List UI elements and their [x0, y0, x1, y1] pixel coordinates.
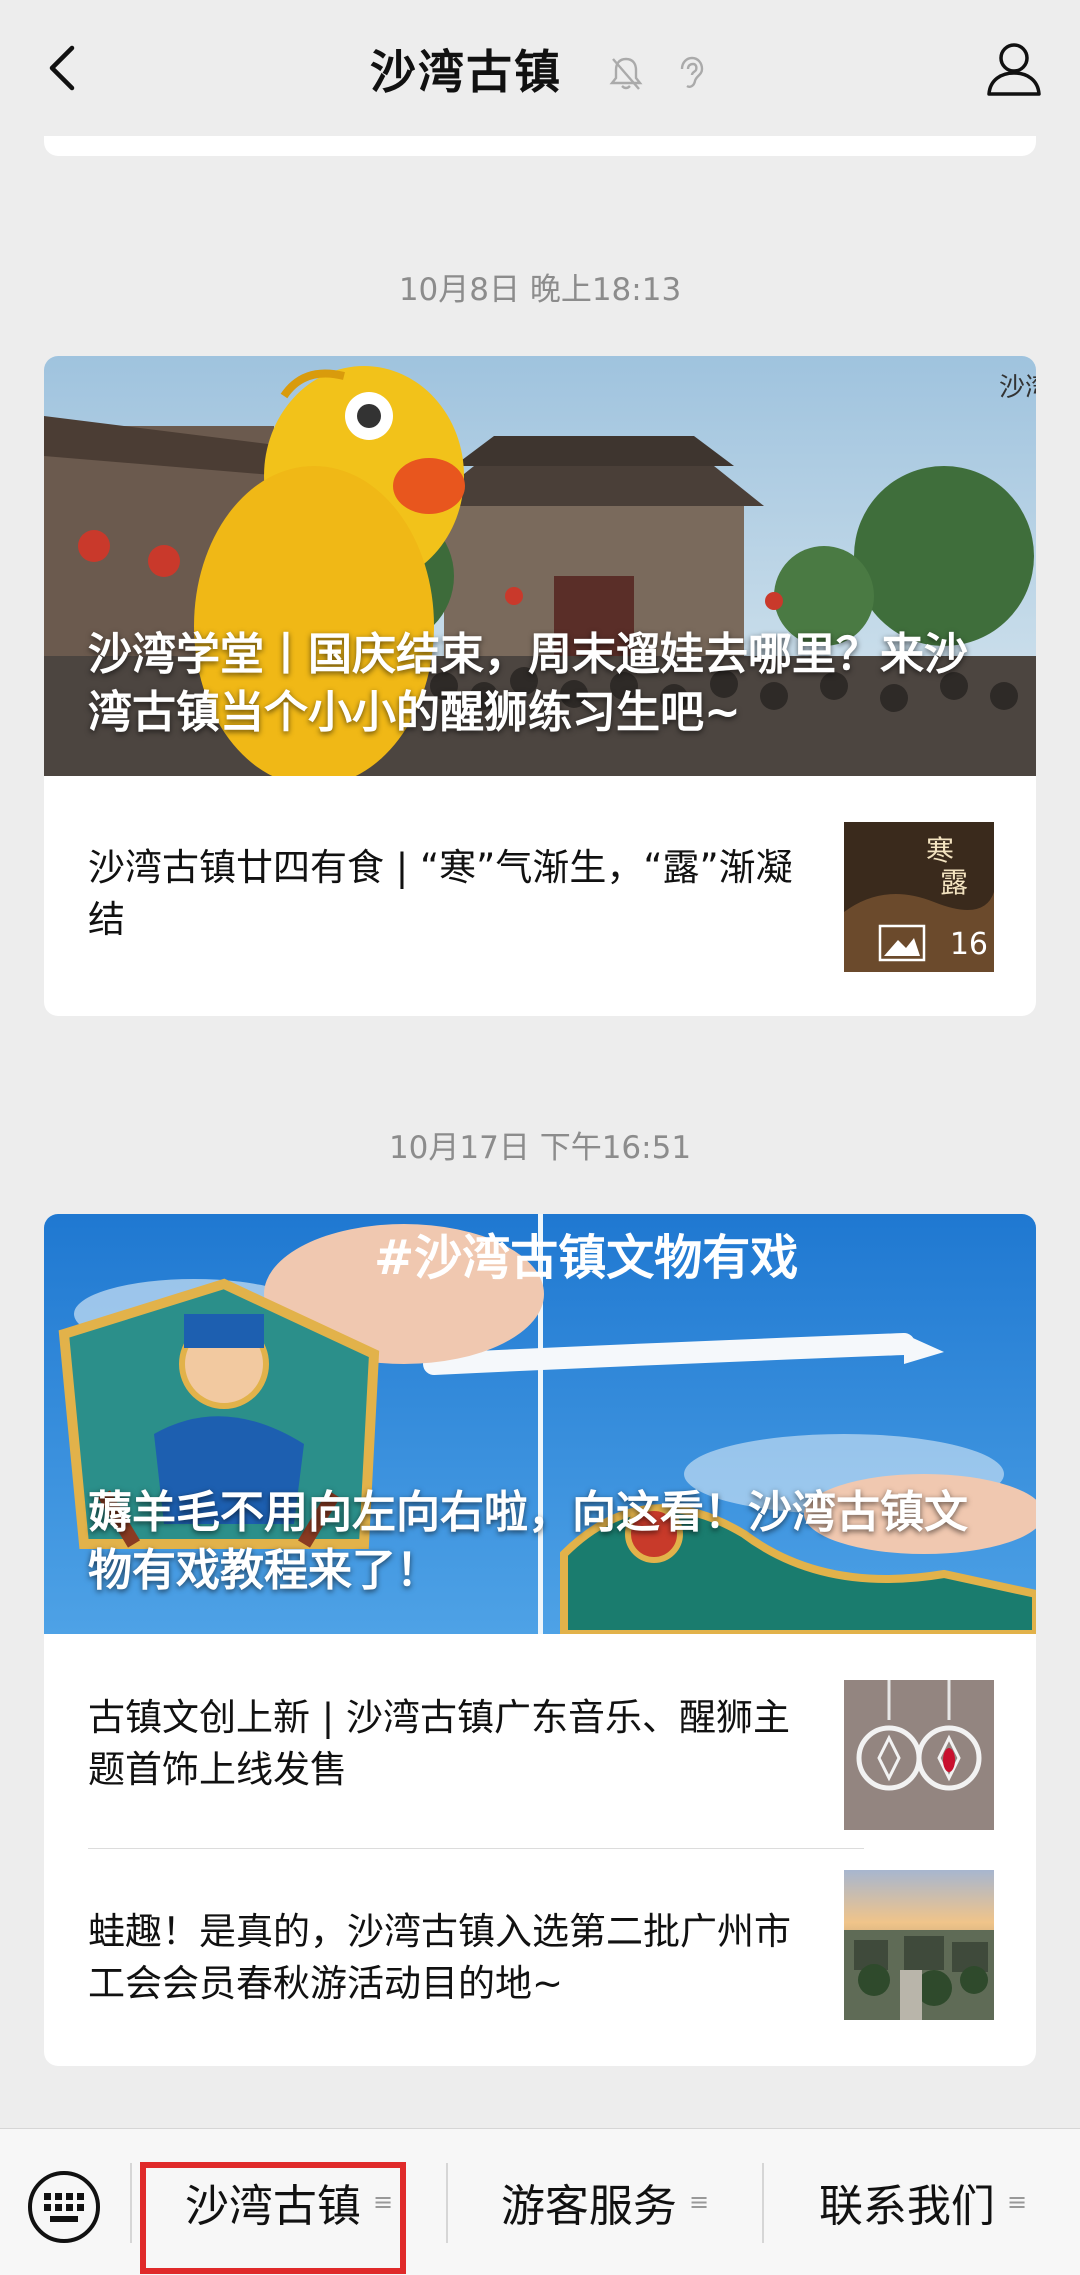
- lead-article-title: 薅羊毛不用向左向右啦，向这看！沙湾古镇文物有戏教程来了！: [88, 1487, 968, 1596]
- article-list-item[interactable]: 古镇文创上新 | 沙湾古镇广东音乐、醒狮主题首饰上线发售: [44, 1634, 1036, 1848]
- person-icon[interactable]: [984, 38, 1044, 98]
- lead-article-title: 沙湾学堂丨国庆结束，周末遛娃去哪里？来沙湾古镇当个小小的醒狮练习生吧~: [88, 629, 968, 738]
- menu-separator: [130, 2163, 132, 2243]
- article-card: #沙湾古镇文物有戏 薅羊毛不用向左向右啦，向这看！沙湾古镇文物有戏教程来了！ 古…: [44, 1214, 1036, 2066]
- menu-item-label: 联系我们: [818, 2181, 995, 2232]
- submenu-lines-icon: ≡: [1006, 2188, 1028, 2216]
- message-timestamp: 10月8日 晚上18:13: [398, 272, 682, 308]
- bell-off-icon: [609, 57, 643, 90]
- top-navigation-bar: 沙湾古镇: [0, 0, 1080, 136]
- keyboard-icon[interactable]: [26, 2169, 102, 2245]
- page-title-wrap: 沙湾古镇: [0, 36, 1080, 102]
- cover-banner-text: #沙湾古镇文物有戏: [374, 1230, 798, 1286]
- menu-item-visitor-service[interactable]: 游客服务 ≡: [450, 2129, 760, 2275]
- article-thumbnail: 寒 露 16: [844, 822, 994, 972]
- submenu-lines-icon: ≡: [688, 2188, 710, 2216]
- article-list-item[interactable]: 蛙趣！是真的，沙湾古镇入选第二批广州市工会会员春秋游活动目的地~: [44, 1848, 1036, 2066]
- lead-article-cover[interactable]: 沙湾 沙湾学堂丨国庆结束，周末遛娃去哪里？来沙湾古镇当个小小的醒狮练习生吧~: [44, 356, 1036, 776]
- article-card: 沙湾 沙湾学堂丨国庆结束，周末遛娃去哪里？来沙湾古镇当个小小的醒狮练习生吧~ 沙…: [44, 356, 1036, 1016]
- message-timestamp: 10月17日 下午16:51: [388, 1130, 692, 1166]
- cover-watermark: 沙湾: [999, 373, 1036, 403]
- article-title: 蛙趣！是真的，沙湾古镇入选第二批广州市工会会员春秋游活动目的地~: [88, 1910, 791, 2005]
- article-title: 古镇文创上新 | 沙湾古镇广东音乐、醒狮主题首饰上线发售: [88, 1696, 790, 1791]
- page-title: 沙湾古镇: [369, 45, 562, 99]
- article-thumbnail: [844, 1680, 994, 1830]
- ear-icon: [680, 56, 704, 88]
- menu-item-contact-us[interactable]: 联系我们 ≡: [766, 2129, 1080, 2275]
- highlight-box: [140, 2162, 406, 2274]
- menu-separator: [762, 2163, 764, 2243]
- image-count-badge: 16: [949, 927, 988, 962]
- svg-text:寒: 寒: [926, 834, 954, 867]
- article-list-item[interactable]: 沙湾古镇廿四有食 | “寒”气渐生，“露”渐凝结 寒 露 16: [44, 776, 1036, 1016]
- article-title: 沙湾古镇廿四有食 | “寒”气渐生，“露”渐凝结: [88, 846, 793, 941]
- svg-text:露: 露: [940, 866, 968, 899]
- article-thumbnail: [844, 1870, 994, 2020]
- menu-separator: [446, 2163, 448, 2243]
- lead-article-cover[interactable]: #沙湾古镇文物有戏 薅羊毛不用向左向右啦，向这看！沙湾古镇文物有戏教程来了！: [44, 1214, 1036, 1634]
- status-icons: [600, 42, 710, 96]
- menu-item-label: 游客服务: [500, 2181, 677, 2232]
